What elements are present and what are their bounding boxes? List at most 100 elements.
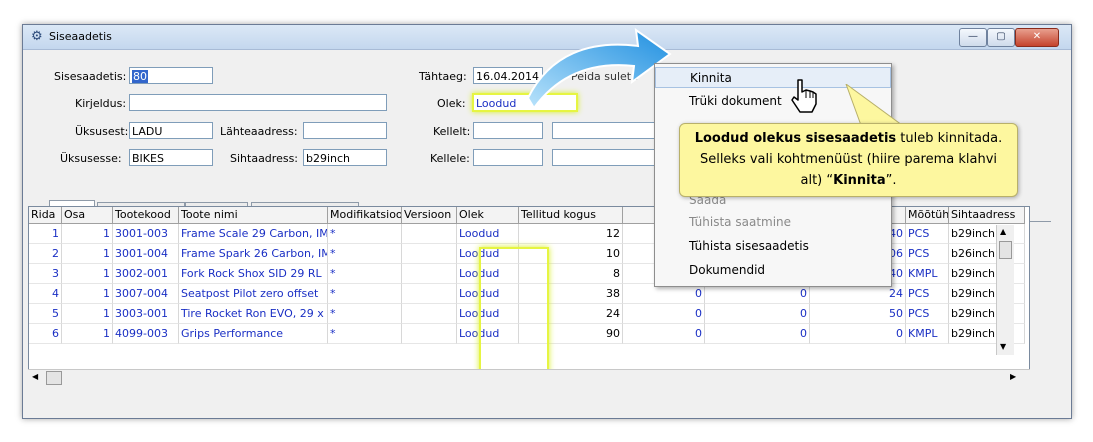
cell-col-9[interactable]: 0: [705, 284, 810, 304]
scroll-down-icon[interactable]: ▼: [1000, 342, 1006, 351]
col-tellitud-kogus[interactable]: Tellitud kogus: [519, 207, 623, 224]
sihtaadress-label: Sihtaadress:: [230, 152, 299, 165]
cell-tootekood[interactable]: 3007-004: [113, 284, 179, 304]
col-osa[interactable]: Osa: [62, 207, 113, 224]
kirjeldus-label: Kirjeldus:: [75, 97, 127, 110]
cell-osa[interactable]: 1: [62, 224, 113, 244]
cell-osa[interactable]: 1: [62, 324, 113, 344]
cell-toote-nimi[interactable]: Tire Rocket Ron EVO, 29 x: [179, 304, 328, 324]
cell-versioon[interactable]: [402, 244, 457, 264]
yksusest-field[interactable]: LADU: [129, 122, 213, 139]
cell-mootuhik[interactable]: KMPL: [906, 324, 949, 344]
sisesaadetis-label: Sisesaadetis:: [54, 70, 127, 83]
cell-col-8[interactable]: 0: [623, 324, 705, 344]
cell-mootuhik[interactable]: PCS: [906, 244, 949, 264]
cell-mootuhik[interactable]: PCS: [906, 284, 949, 304]
kellelt-name-field[interactable]: [552, 122, 656, 139]
tahtaeg-label: Tähtaeg:: [419, 70, 467, 83]
cell-col-8[interactable]: 0: [623, 304, 705, 324]
minimize-button[interactable]: —: [959, 28, 987, 47]
cell-tootekood[interactable]: 4099-003: [113, 324, 179, 344]
lahteaadress-label: Lähteaadress:: [220, 125, 298, 138]
scroll-up-icon[interactable]: ▲: [1000, 227, 1006, 236]
cell-rida[interactable]: 2: [29, 244, 62, 264]
cell-rida[interactable]: 1: [29, 224, 62, 244]
cell-col-10[interactable]: 0: [810, 324, 906, 344]
cell-versioon[interactable]: [402, 324, 457, 344]
instruction-callout: Loodud olekus sisesaadetis tuleb kinnita…: [679, 123, 1018, 197]
cell-tellitud-kogus[interactable]: 12: [519, 224, 623, 244]
cell-toote-nimi[interactable]: Grips Performance: [179, 324, 328, 344]
cell-toote-nimi[interactable]: Frame Spark 26 Carbon, IM: [179, 244, 328, 264]
cell-tootekood[interactable]: 3001-003: [113, 224, 179, 244]
yksusesse-field[interactable]: BIKES: [129, 149, 213, 166]
cell-versioon[interactable]: [402, 224, 457, 244]
sisesaadetis-field[interactable]: 80: [129, 67, 213, 84]
cell-modifikatsioon[interactable]: *: [328, 284, 402, 304]
cell-rida[interactable]: 5: [29, 304, 62, 324]
col-tootekood[interactable]: Tootekood: [113, 207, 179, 224]
cell-rida[interactable]: 3: [29, 264, 62, 284]
cell-modifikatsioon[interactable]: *: [328, 224, 402, 244]
cell-col-10[interactable]: 24: [810, 284, 906, 304]
cell-col-10[interactable]: 50: [810, 304, 906, 324]
scroll-right-icon[interactable]: ▶: [1010, 372, 1016, 381]
cell-osa[interactable]: 1: [62, 284, 113, 304]
callout-bold-2: Kinnita: [833, 173, 886, 188]
col-versioon[interactable]: Versioon: [402, 207, 457, 224]
cell-modifikatsioon[interactable]: *: [328, 304, 402, 324]
cell-olek[interactable]: Loodud: [457, 224, 519, 244]
col-mootuhik[interactable]: Mõõtüh: [906, 207, 949, 224]
yksusest-label: Üksusest:: [75, 125, 129, 138]
lahteaadress-field[interactable]: [303, 122, 387, 139]
kellelt-label: Kellelt:: [433, 125, 471, 138]
scroll-left-icon[interactable]: ◀: [32, 372, 38, 381]
horizontal-scrollbar[interactable]: ◀ ▶: [28, 369, 1030, 387]
kellele-field[interactable]: [473, 149, 543, 166]
menu-item-dokumendid[interactable]: Dokumendid: [655, 260, 891, 281]
cell-rida[interactable]: 4: [29, 284, 62, 304]
kirjeldus-field[interactable]: [129, 94, 387, 111]
cell-col-8[interactable]: 0: [623, 284, 705, 304]
cell-toote-nimi[interactable]: Frame Scale 29 Carbon, IMI: [179, 224, 328, 244]
col-modifikatsioon[interactable]: Modifikatsioon: [328, 207, 402, 224]
col-sihtaadress[interactable]: Sihtaadress: [949, 207, 1025, 224]
vertical-scrollbar[interactable]: ▲ ▼: [996, 225, 1014, 355]
col-olek[interactable]: Olek: [457, 207, 519, 224]
yksusesse-label: Üksusesse:: [60, 152, 122, 165]
col-toote-nimi[interactable]: Toote nimi: [179, 207, 328, 224]
cell-tootekood[interactable]: 3001-004: [113, 244, 179, 264]
cell-rida[interactable]: 6: [29, 324, 62, 344]
kellelt-field[interactable]: [473, 122, 543, 139]
olek-label: Olek:: [437, 97, 466, 110]
cell-versioon[interactable]: [402, 304, 457, 324]
maximize-button[interactable]: ▢: [987, 28, 1015, 47]
col-rida[interactable]: Rida: [29, 207, 62, 224]
cell-versioon[interactable]: [402, 284, 457, 304]
callout-bold-1: Loodud olekus sisesaadetis: [694, 131, 897, 146]
cell-mootuhik[interactable]: PCS: [906, 304, 949, 324]
cell-col-9[interactable]: 0: [705, 304, 810, 324]
menu-item-tuhista-sisesaadetis[interactable]: Tühista sisesaadetis: [655, 236, 891, 257]
cell-modifikatsioon[interactable]: *: [328, 264, 402, 284]
kellele-name-field[interactable]: [552, 149, 656, 166]
cell-mootuhik[interactable]: PCS: [906, 224, 949, 244]
cell-versioon[interactable]: [402, 264, 457, 284]
cell-toote-nimi[interactable]: Seatpost Pilot zero offset: [179, 284, 328, 304]
cell-mootuhik[interactable]: KMPL: [906, 264, 949, 284]
cell-modifikatsioon[interactable]: *: [328, 324, 402, 344]
menu-item-tuhista-saatmine[interactable]: Tühista saatmine: [655, 212, 891, 233]
scroll-thumb[interactable]: [999, 241, 1012, 259]
hscroll-thumb[interactable]: [46, 371, 62, 385]
cell-tootekood[interactable]: 3003-001: [113, 304, 179, 324]
cell-modifikatsioon[interactable]: *: [328, 244, 402, 264]
close-button[interactable]: ✕: [1015, 28, 1059, 47]
cell-col-9[interactable]: 0: [705, 324, 810, 344]
cell-osa[interactable]: 1: [62, 244, 113, 264]
cell-osa[interactable]: 1: [62, 264, 113, 284]
cell-tootekood[interactable]: 3002-001: [113, 264, 179, 284]
sihtaadress-field[interactable]: b29inch: [303, 149, 387, 166]
hand-cursor-icon: [791, 79, 817, 113]
cell-osa[interactable]: 1: [62, 304, 113, 324]
cell-toote-nimi[interactable]: Fork Rock Shox SID 29 RL: [179, 264, 328, 284]
